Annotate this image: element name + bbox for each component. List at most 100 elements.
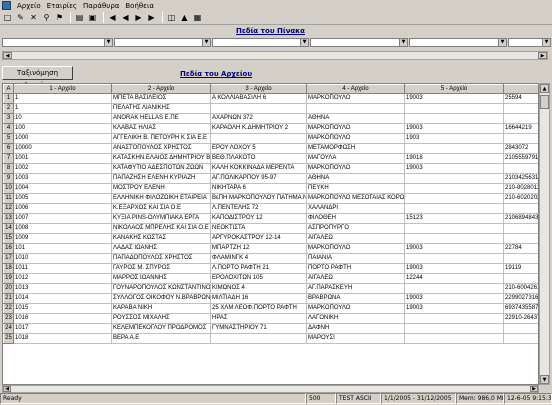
- table-cell[interactable]: 19003: [404, 93, 504, 104]
- table-row[interactable]: 20 1013 ΓΟΥΝΑΡΟΠΟΥΛΟΣ ΚΩΝΣΤΑΝΤΙΝΟΣ ΚΙΜΩΝΟΣ …: [3, 283, 538, 294]
- table-row[interactable]: 23 1016 ΡΟΥΣΣΟΣ ΜΙΧΑΛΗΣ ΗΡΑΣ ΛΑΓΟΝΙΚΗ 22910-2…: [3, 313, 538, 324]
- row-number[interactable]: 15: [3, 233, 14, 244]
- table-cell[interactable]: ΜΑΡΚΟΠΟΥΛΟ ΜΕΣΟΓΑΙΑΣ ΚΟΡΩΠ: [306, 193, 405, 204]
- table-cell[interactable]: ΓΟΥΝΑΡΟΠΟΥΛΟΣ ΚΩΝΣΤΑΝΤΙΝΟΣ: [111, 283, 211, 294]
- delete-icon[interactable]: ✕: [28, 12, 39, 23]
- table-cell[interactable]: [306, 103, 405, 114]
- table-cell[interactable]: [404, 183, 504, 194]
- table-row[interactable]: 25 1018 ΒΕΡΑ Α.Ε ΜΑΡΟΥΣΙ: [3, 333, 538, 344]
- table-cell[interactable]: ΚΑΤΑΦΥΤΙΟ ΑΔΕΣΠΟΤΩΝ ΖΩΩΝ: [111, 163, 211, 174]
- row-number[interactable]: 8: [3, 163, 14, 174]
- table-cell[interactable]: 1018: [13, 333, 112, 344]
- menu-help[interactable]: Βοήθεια: [122, 1, 157, 11]
- table-row[interactable]: 1 1 ΜΠΕΤΑ ΒΑΣΙΛΕΙΟΣ Α ΚΟΛΛΙΑΒΑΣΙΛΗ 6 ΜΑΡΚΟΠΟ…: [3, 93, 538, 104]
- table-cell[interactable]: 10: [13, 113, 112, 124]
- table-cell[interactable]: [404, 233, 504, 244]
- table-cell[interactable]: ΚΕΛΕΜΠΕΚΟΓΛΟΥ ΠΡΟΔΡΟΜΟΣ: [111, 323, 211, 334]
- table-cell[interactable]: ΜΑΡΚΟΠΟΥΛΟ: [306, 133, 405, 144]
- row-number[interactable]: 17: [3, 253, 14, 264]
- table-cell[interactable]: [404, 193, 504, 204]
- first-icon[interactable]: ◀: [107, 12, 118, 23]
- table-cell[interactable]: 210-6020202: [503, 193, 538, 204]
- filter-select-2[interactable]: ▼: [114, 38, 211, 47]
- table-cell[interactable]: ΠΑΠΑΔΟΠΟΥΛΟΣ ΧΡΗΣΤΟΣ: [111, 253, 211, 264]
- table-cell[interactable]: ΠΑΠΑΖΗΣΗ ΕΛΕΝΗ ΚΥΡΙΑΖΗ: [111, 173, 211, 184]
- table-cell[interactable]: ΝΕΟΚΤΙΣΤΑ: [210, 223, 307, 234]
- table-cell[interactable]: ΒΡΑΒΡΩΝΑ: [306, 293, 405, 304]
- filter-select-4[interactable]: ▼: [310, 38, 408, 47]
- table-cell[interactable]: 1017: [13, 323, 112, 334]
- table-cell[interactable]: ΛΑΔΑΣ ΙΩΑΝΗΣ: [111, 243, 211, 254]
- table-cell[interactable]: 210-6004261: [503, 283, 538, 294]
- table-cell[interactable]: ΑΙΓΑΛΕΩ: [306, 273, 405, 284]
- row-number[interactable]: 22: [3, 303, 14, 314]
- table-cell[interactable]: 19003: [404, 303, 504, 314]
- table-cell[interactable]: ΧΑΛΑΝΔΡΙ: [306, 203, 405, 214]
- table-cell[interactable]: 25 ΧΛΜ ΛΕΟΦ.ΠΟΡΤΟ ΡΑΦΤΗ: [210, 303, 307, 314]
- table-cell[interactable]: 10000: [13, 143, 112, 154]
- scroll-left-icon[interactable]: ◀: [3, 52, 12, 59]
- table-cell[interactable]: ΦΙΛΟΘΕΗ: [306, 213, 405, 224]
- table-cell[interactable]: ΡΟΥΣΣΟΣ ΜΙΧΑΛΗΣ: [111, 313, 211, 324]
- table-cell[interactable]: 19003: [404, 123, 504, 134]
- table-row[interactable]: 8 1002 ΚΑΤΑΦΥΤΙΟ ΑΔΕΣΠΟΤΩΝ ΖΩΩΝ ΚΑΛΗ ΚΟΚΚΙΝ…: [3, 163, 538, 174]
- table-cell[interactable]: 2103425631: [503, 173, 538, 184]
- table-cell[interactable]: ΜΙΛΤΙΑΔΗ 16: [210, 293, 307, 304]
- menu-windows[interactable]: Παράθυρα: [80, 1, 122, 11]
- table-cell[interactable]: [503, 253, 538, 264]
- sync-icon[interactable]: ▲: [179, 12, 190, 23]
- table-row[interactable]: 18 1011 ΓΑΥΡΟΣ Μ. ΣΠΥΡΟΣ Λ.ΠΟΡΤΟ ΡΑΦΤΗ 21 ΠΟ…: [3, 263, 538, 274]
- calculator-icon[interactable]: ▦: [192, 12, 203, 23]
- table-cell[interactable]: [404, 203, 504, 214]
- row-number[interactable]: 19: [3, 273, 14, 284]
- table-cell[interactable]: 22910-26437: [503, 313, 538, 324]
- sort-file-button[interactable]: Ταξινόμηση Αρχείου: [2, 66, 73, 89]
- table-cell[interactable]: ΜΑΡΚΟΠΟΥΛΟ: [306, 303, 405, 314]
- table-cell[interactable]: [503, 223, 538, 234]
- table-cell[interactable]: [210, 133, 307, 144]
- table-cell[interactable]: [404, 313, 504, 324]
- table-cell[interactable]: ΕΡΟΛΟΧΙΤΩΝ 105: [210, 273, 307, 284]
- table-cell[interactable]: ΣΥΛΛΟΓΟΣ ΟΙΚΟΦΟΥ Ν.ΒΡΑΒΡΩΝ: [111, 293, 211, 304]
- scroll-right-icon[interactable]: ▶: [538, 52, 547, 59]
- table-cell[interactable]: [404, 253, 504, 264]
- table-cell[interactable]: ΒΕΡΑ Α.Ε: [111, 333, 211, 344]
- table-cell[interactable]: ΓΑΥΡΟΣ Μ. ΣΠΥΡΟΣ: [111, 263, 211, 274]
- table-row[interactable]: 11 1005 ΕΛΛΗΝΙΚΗ ΦΙΛΟΖΩΙΚΗ ΕΤΑΙΡΕΙΑ ΒεΠΗ ΜΑ…: [3, 193, 538, 204]
- table-cell[interactable]: ΜΠΑΡΤΖΗ 12: [210, 243, 307, 254]
- table-cell[interactable]: ΓΥΜΝΑΣΤΗΡΙΟΥ 71: [210, 323, 307, 334]
- row-number[interactable]: 14: [3, 223, 14, 234]
- table-cell[interactable]: 2106894843-4: [503, 213, 538, 224]
- table-row[interactable]: 21 1014 ΣΥΛΛΟΓΟΣ ΟΙΚΟΦΟΥ Ν.ΒΡΑΒΡΩΝ ΜΙΛΤΙΑΔΗ…: [3, 293, 538, 304]
- search-icon[interactable]: ⚲: [41, 12, 52, 23]
- table-cell[interactable]: 19003: [404, 243, 504, 254]
- table-cell[interactable]: ΑΓ.ΠΑΡΑΣΚΕΥΗ: [306, 283, 405, 294]
- prev-icon[interactable]: ◀: [120, 12, 131, 23]
- table-cell[interactable]: ΕΛΛΗΝΙΚΗ ΦΙΛΟΖΩΙΚΗ ΕΤΑΙΡΕΙΑ: [111, 193, 211, 204]
- scroll-left-icon[interactable]: ◀: [3, 386, 11, 392]
- table-cell[interactable]: ΚΑΡΑΒΑ ΝΙΚΗ: [111, 303, 211, 314]
- table-cell[interactable]: 1903: [404, 133, 504, 144]
- row-number[interactable]: 18: [3, 263, 14, 274]
- table-cell[interactable]: 12244: [404, 273, 504, 284]
- table-cell[interactable]: ΝΙΚΟΛΑΟΣ ΜΠΡΕΛΗΣ ΚΑΙ ΣΙΑ Ο.Ε: [111, 223, 211, 234]
- table-cell[interactable]: ΠΑΙΑΝΙΑ: [306, 253, 405, 264]
- table-cell[interactable]: [404, 143, 504, 154]
- row-number[interactable]: 16: [3, 243, 14, 254]
- table-cell[interactable]: 1003: [13, 173, 112, 184]
- table-cell[interactable]: 1015: [13, 303, 112, 314]
- table-cell[interactable]: [404, 113, 504, 124]
- filter-select-6[interactable]: ▼: [508, 38, 551, 47]
- table-cell[interactable]: Λ.ΠΕΝΤΕΛΗΣ 72: [210, 203, 307, 214]
- table-cell[interactable]: ΑΓ.ΠΟΛΙΚΑΡΠΟΥ 95-97: [210, 173, 307, 184]
- table-cell[interactable]: ΜΑΡΚΟΠΟΥΛΟ: [306, 123, 405, 134]
- table-cell[interactable]: ΑΡΓΥΡΟΚΑΣΤΡΟΥ 12-14: [210, 233, 307, 244]
- row-number[interactable]: 21: [3, 293, 14, 304]
- table-cell[interactable]: ΜΠΕΤΑ ΒΑΣΙΛΕΙΟΣ: [111, 93, 211, 104]
- table-cell[interactable]: 16644219: [503, 123, 538, 134]
- table-row[interactable]: 7 1001 ΚΑΤΑΣΚΗΝ.ΕΛΑΙΟΣ ΔΗΜΗΤΡΙΟΥ Β ΒΕΘ.ΠΛΑΚ…: [3, 153, 538, 164]
- table-cell[interactable]: ΠΕΛΑΤΗΣ ΛΙΑΝΙΚΗΣ: [111, 103, 211, 114]
- table-cell[interactable]: 1008: [13, 223, 112, 234]
- table-cell[interactable]: ΜΑΡΟΥΣΙ: [306, 333, 405, 344]
- table-cell[interactable]: [404, 173, 504, 184]
